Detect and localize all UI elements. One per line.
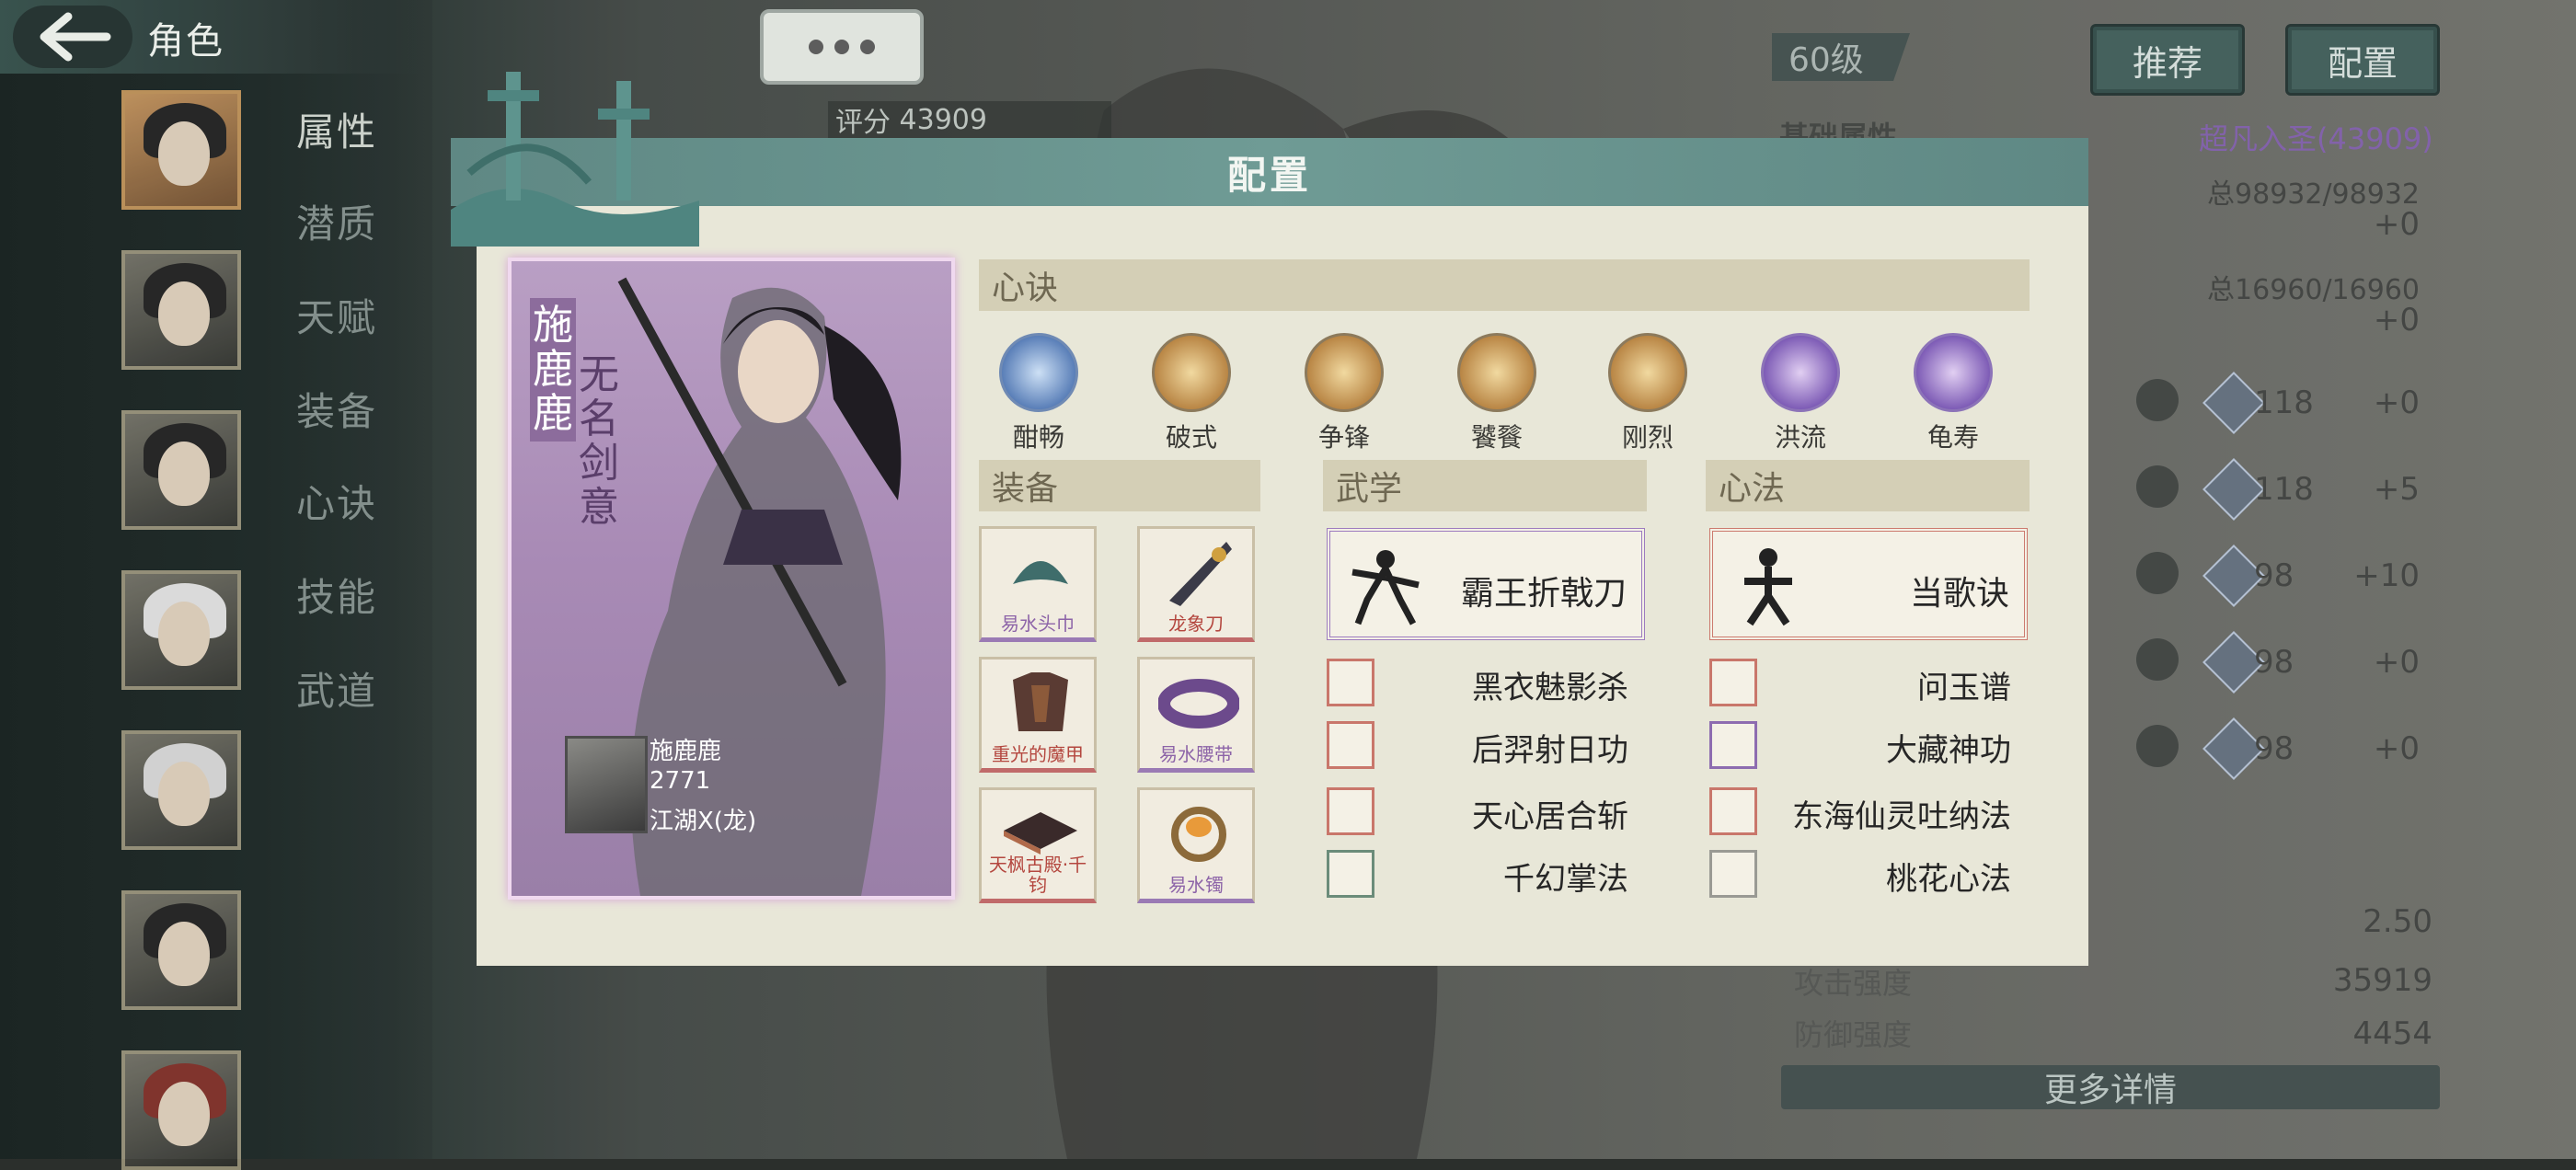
martial-art-icon[interactable]	[1327, 787, 1374, 835]
inner-art-icon[interactable]	[1709, 721, 1757, 769]
inner-art-name: 桃花心法	[1886, 861, 2011, 898]
xinjue-label: 酣畅	[1012, 422, 1064, 453]
inner-art-name: 问玉谱	[1917, 670, 2011, 706]
main-inner-art-name: 当歌诀	[1909, 575, 2009, 613]
xinjue-icon[interactable]	[1914, 333, 1993, 412]
xinjue-icon[interactable]	[1305, 333, 1384, 412]
equipment-label: 易水头巾	[1001, 613, 1075, 635]
martial-figure-icon	[1351, 550, 1420, 625]
martial-art-name: 天心居合斩	[1472, 798, 1628, 835]
main-martial-art[interactable]: 霸王折戟刀	[1327, 528, 1645, 640]
equipment-slot-head[interactable]: 易水头巾	[979, 526, 1097, 642]
meditating-figure-icon	[1744, 548, 1792, 626]
xinjue-icon[interactable]	[999, 333, 1078, 412]
equipment-label: 天枫古殿·千钧	[988, 854, 1087, 896]
bracelet-icon	[1171, 807, 1226, 862]
headband-icon	[1013, 561, 1068, 584]
martial-art-icon[interactable]	[1327, 659, 1374, 706]
equipment-slot-accessory[interactable]: 天枫古殿·千钧	[979, 787, 1097, 903]
main-martial-art-name: 霸王折戟刀	[1460, 575, 1627, 613]
modal-title: 配置	[1226, 152, 1312, 198]
xinjue-label: 饕餮	[1470, 422, 1523, 453]
inner-art-icon[interactable]	[1709, 659, 1757, 706]
equipment-slot-bracelet[interactable]: 易水镯	[1137, 787, 1255, 903]
inner-art-icon[interactable]	[1709, 850, 1757, 898]
section-wuxue-heading: 武学	[1323, 460, 1647, 511]
character-card: 施鹿鹿 无名剑意 施鹿鹿 2771 江湖X(龙)	[508, 258, 955, 900]
equipment-label: 重光的魔甲	[992, 743, 1084, 765]
inner-art-name: 东海仙灵吐纳法	[1792, 798, 2011, 835]
section-xinfa-heading: 心法	[1706, 460, 2030, 511]
player-id: 2771	[650, 767, 711, 795]
player-name: 施鹿鹿	[650, 738, 722, 765]
inner-art-name: 大藏神功	[1886, 732, 2011, 769]
equipment-label: 易水镯	[1168, 874, 1224, 896]
xinjue-label: 争锋	[1317, 422, 1370, 453]
main-inner-art[interactable]: 当歌诀	[1709, 528, 2028, 640]
inner-art-icon[interactable]	[1709, 787, 1757, 835]
card-character-title: 无名剑意	[579, 351, 619, 531]
section-equipment-heading: 装备	[979, 460, 1260, 511]
player-server: 江湖X(龙)	[650, 808, 757, 835]
sword-ornament-icon	[451, 72, 699, 247]
book-icon	[1004, 812, 1077, 855]
xinjue-icon[interactable]	[1608, 333, 1687, 412]
card-character-name: 施鹿鹿	[530, 298, 576, 442]
equipment-slot-weapon[interactable]: 龙象刀	[1137, 526, 1255, 642]
xinjue-label: 洪流	[1774, 422, 1826, 453]
blade-icon	[1169, 542, 1232, 606]
equipment-slot-armor[interactable]: 重光的魔甲	[979, 657, 1097, 773]
equipment-slot-belt[interactable]: 易水腰带	[1137, 657, 1255, 773]
belt-icon	[1158, 679, 1239, 728]
xinjue-icon[interactable]	[1457, 333, 1536, 412]
armor-icon	[1013, 672, 1068, 731]
martial-art-name: 后羿射日功	[1472, 732, 1628, 769]
equipment-label: 易水腰带	[1159, 743, 1233, 765]
equipment-label: 龙象刀	[1168, 613, 1224, 635]
xinjue-label: 刚烈	[1621, 422, 1673, 453]
player-avatar	[565, 736, 648, 833]
martial-art-name: 千幻掌法	[1503, 861, 1628, 898]
martial-art-name: 黑衣魅影杀	[1472, 670, 1628, 706]
xinjue-label: 龟寿	[1926, 422, 1979, 453]
section-xinjue-heading: 心诀	[979, 259, 2030, 311]
xinjue-label: 破式	[1165, 422, 1217, 453]
xinjue-icon[interactable]	[1152, 333, 1231, 412]
martial-art-icon[interactable]	[1327, 850, 1374, 898]
xinjue-icon[interactable]	[1761, 333, 1840, 412]
martial-art-icon[interactable]	[1327, 721, 1374, 769]
